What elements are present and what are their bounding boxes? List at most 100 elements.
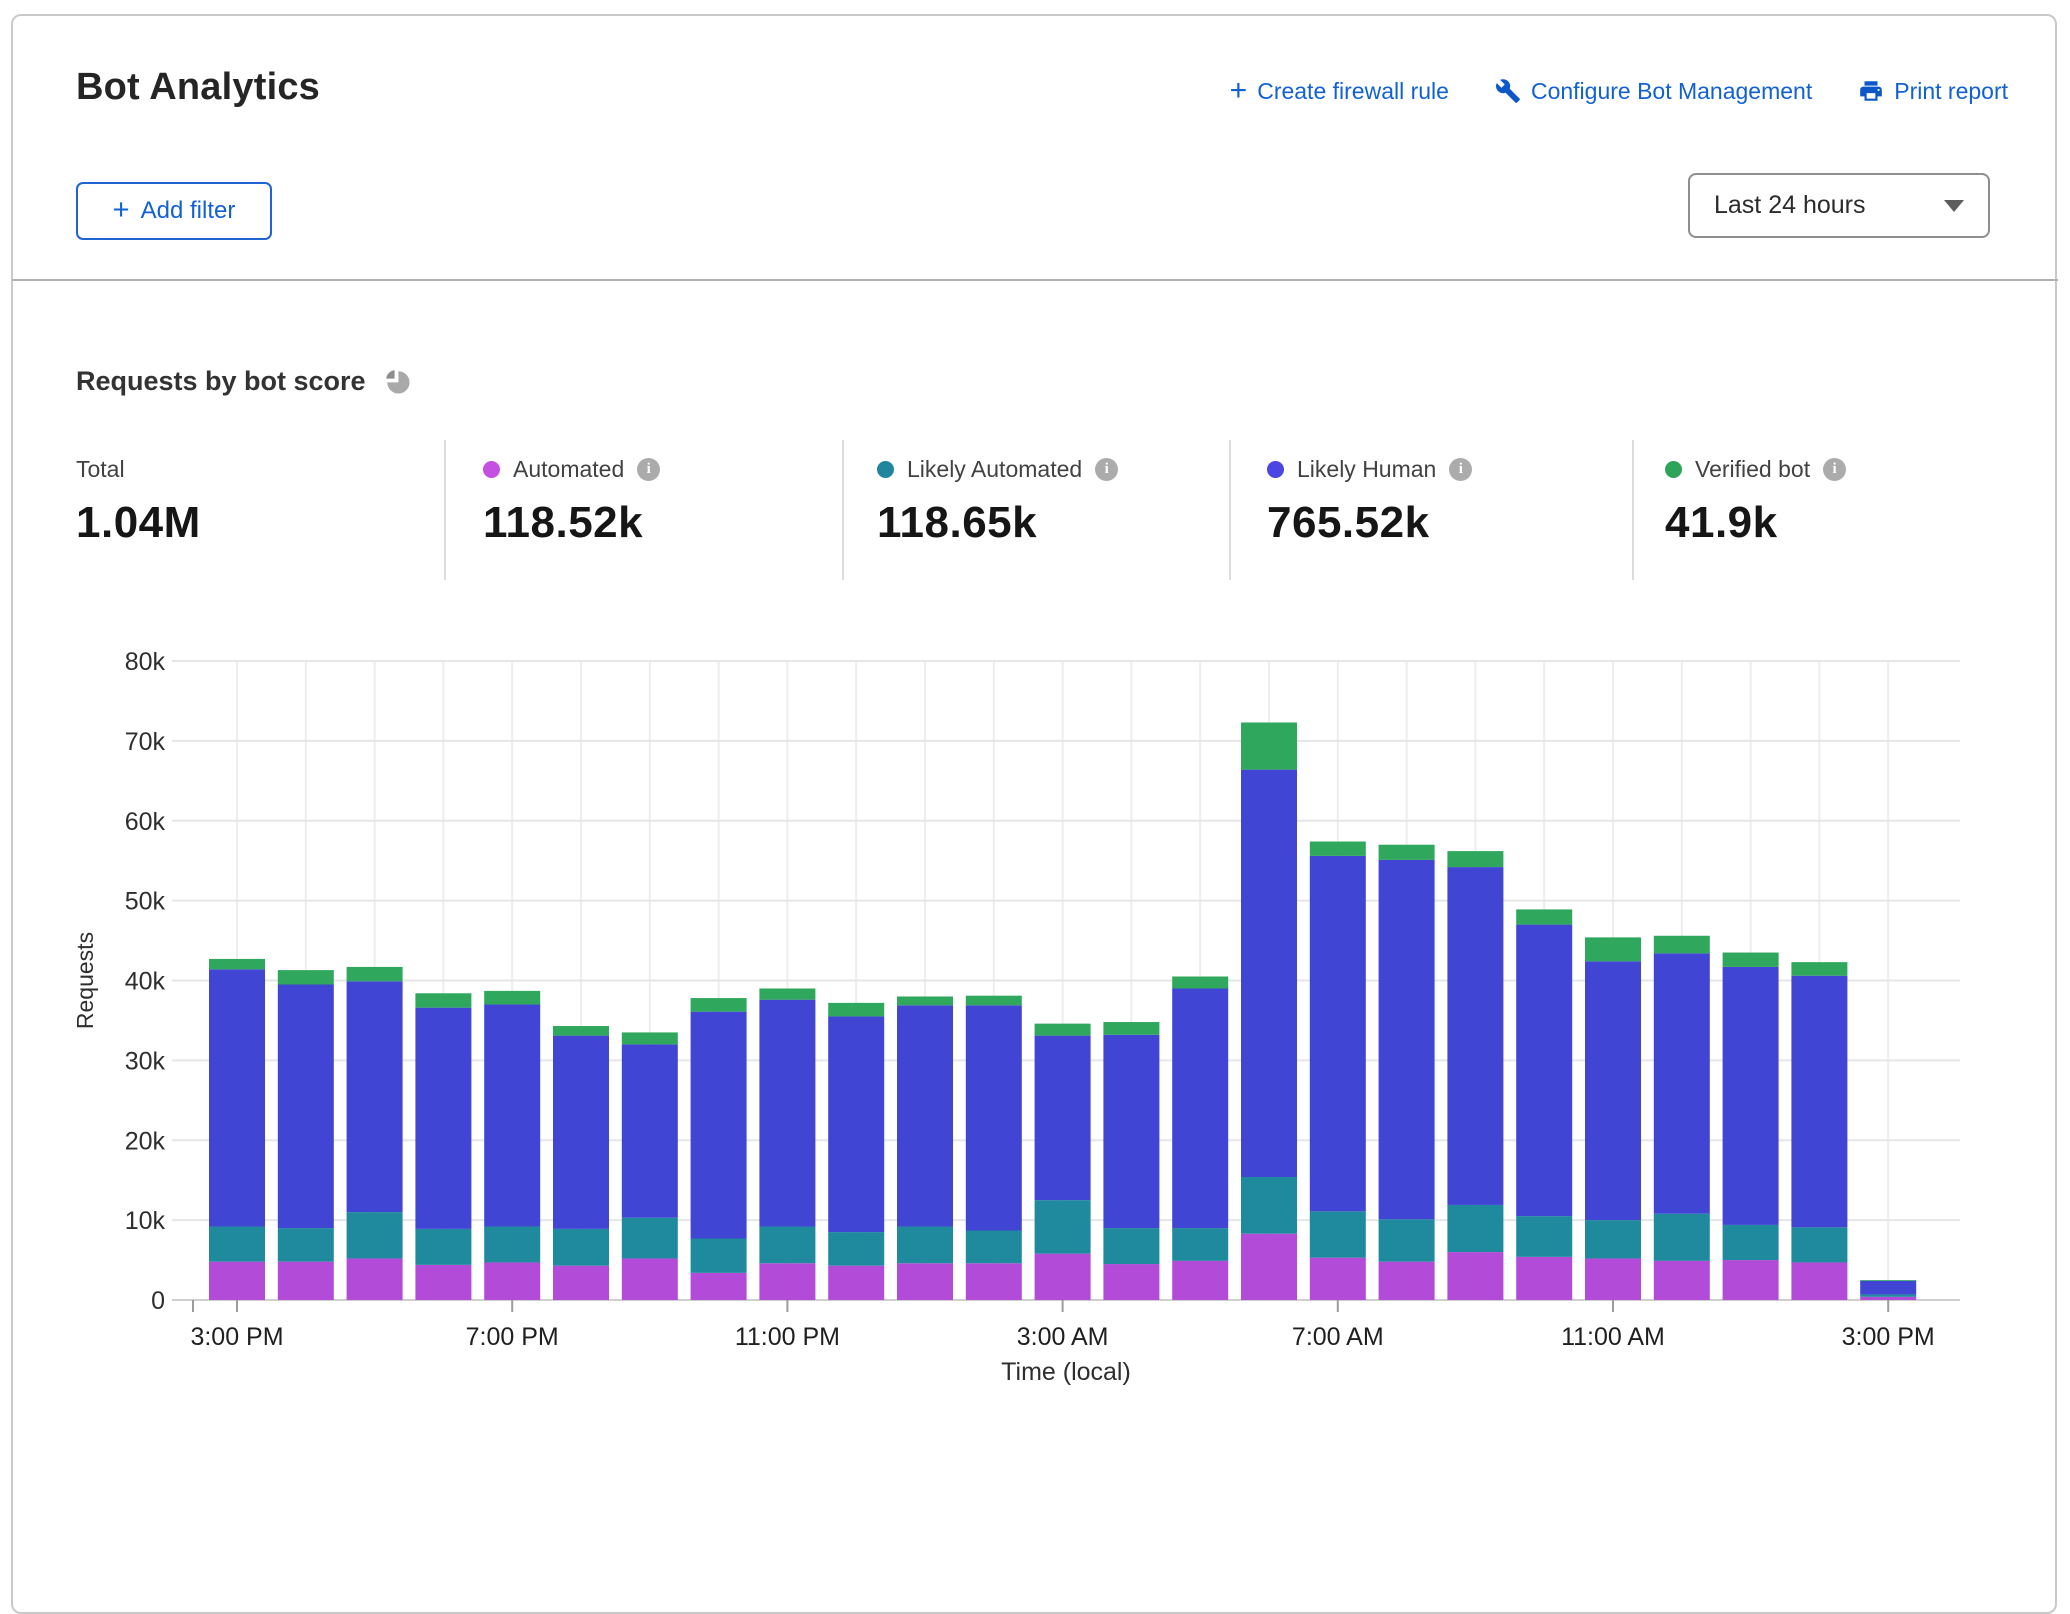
- chart-bar-segment[interactable]: [347, 1258, 403, 1300]
- chart-bar-segment[interactable]: [828, 1016, 884, 1232]
- chart-bar-segment[interactable]: [1447, 867, 1503, 1205]
- chart-bar-segment[interactable]: [1585, 1258, 1641, 1300]
- chart-bar-segment[interactable]: [759, 1000, 815, 1227]
- chart-bar-segment[interactable]: [1103, 1264, 1159, 1300]
- chart-bar-segment[interactable]: [622, 1044, 678, 1217]
- chart-bar-segment[interactable]: [1379, 860, 1435, 1219]
- chart-bar-segment[interactable]: [1035, 1036, 1091, 1201]
- chart-bar-segment[interactable]: [691, 1012, 747, 1239]
- chart-bar-segment[interactable]: [1447, 851, 1503, 867]
- chart-bar-segment[interactable]: [966, 1263, 1022, 1300]
- info-icon[interactable]: i: [1095, 458, 1118, 481]
- chart-bar-segment[interactable]: [897, 1227, 953, 1264]
- chart-bar-segment[interactable]: [691, 1238, 747, 1272]
- chart-bar-segment[interactable]: [1241, 770, 1297, 1177]
- configure-bot-management-link[interactable]: Configure Bot Management: [1495, 78, 1812, 105]
- chart-bar-segment[interactable]: [1172, 988, 1228, 1228]
- chart-bar-segment[interactable]: [1516, 1257, 1572, 1300]
- chart-bar-segment[interactable]: [828, 1232, 884, 1266]
- chart-bar-segment[interactable]: [1172, 1261, 1228, 1300]
- chart-bar-segment[interactable]: [1379, 1262, 1435, 1300]
- chart-bar-segment[interactable]: [1585, 937, 1641, 961]
- create-firewall-rule-link[interactable]: + Create firewall rule: [1230, 76, 1449, 106]
- chart-bar-segment[interactable]: [209, 1227, 265, 1262]
- chart-bar-segment[interactable]: [1172, 977, 1228, 989]
- chart-bar-segment[interactable]: [415, 1265, 471, 1300]
- chart-bar-segment[interactable]: [1860, 1281, 1916, 1295]
- chart-bar-segment[interactable]: [1860, 1297, 1916, 1300]
- chart-bar-segment[interactable]: [622, 1258, 678, 1300]
- chart-bar-segment[interactable]: [553, 1026, 609, 1036]
- chart-bar-segment[interactable]: [1516, 909, 1572, 924]
- chart-bar-segment[interactable]: [1103, 1228, 1159, 1264]
- chart-bar-segment[interactable]: [1379, 845, 1435, 860]
- chart-bar-segment[interactable]: [1103, 1035, 1159, 1228]
- chart-bar-segment[interactable]: [1516, 1216, 1572, 1257]
- chart-bar-segment[interactable]: [1241, 1177, 1297, 1234]
- chart-bar-segment[interactable]: [1654, 953, 1710, 1213]
- chart-bar-segment[interactable]: [759, 1263, 815, 1300]
- chart-bar-segment[interactable]: [1791, 1227, 1847, 1262]
- chart-bar-segment[interactable]: [1035, 1200, 1091, 1254]
- chart-bar-segment[interactable]: [691, 998, 747, 1012]
- chart-bar-segment[interactable]: [1447, 1252, 1503, 1300]
- chart-bar-segment[interactable]: [347, 1212, 403, 1258]
- chart-bar-segment[interactable]: [484, 1004, 540, 1226]
- chart-bar-segment[interactable]: [1379, 1219, 1435, 1261]
- chart-bar-segment[interactable]: [278, 984, 334, 1228]
- chart-bar-segment[interactable]: [209, 1262, 265, 1300]
- info-icon[interactable]: i: [1823, 458, 1846, 481]
- chart-bar-segment[interactable]: [278, 970, 334, 984]
- chart-bar-segment[interactable]: [1103, 1022, 1159, 1035]
- chart-bar-segment[interactable]: [347, 967, 403, 981]
- chart-bar-segment[interactable]: [966, 1005, 1022, 1230]
- chart-bar-segment[interactable]: [759, 988, 815, 999]
- info-icon[interactable]: i: [637, 458, 660, 481]
- chart-bar-segment[interactable]: [484, 1227, 540, 1263]
- chart-bar-segment[interactable]: [278, 1262, 334, 1300]
- chart-bar-segment[interactable]: [484, 1262, 540, 1300]
- chart-bar-segment[interactable]: [1791, 1262, 1847, 1300]
- chart-bar-segment[interactable]: [415, 993, 471, 1007]
- chart-bar-segment[interactable]: [1654, 1214, 1710, 1261]
- chart-bar-segment[interactable]: [1241, 723, 1297, 770]
- chart-bar-segment[interactable]: [1585, 961, 1641, 1220]
- chart-bar-segment[interactable]: [1241, 1234, 1297, 1300]
- chart-bar-segment[interactable]: [691, 1273, 747, 1300]
- chart-bar-segment[interactable]: [966, 1231, 1022, 1264]
- chart-bar-segment[interactable]: [553, 1229, 609, 1266]
- chart-bar-segment[interactable]: [1723, 967, 1779, 1225]
- chart-bar-segment[interactable]: [1310, 842, 1366, 856]
- info-icon[interactable]: i: [1449, 458, 1472, 481]
- chart-bar-segment[interactable]: [1860, 1294, 1916, 1296]
- chart-bar-segment[interactable]: [1447, 1205, 1503, 1252]
- chart-bar-segment[interactable]: [1723, 1260, 1779, 1300]
- chart-bar-segment[interactable]: [1310, 856, 1366, 1211]
- chart-bar-segment[interactable]: [1172, 1228, 1228, 1261]
- chart-bar-segment[interactable]: [1585, 1220, 1641, 1258]
- chart-bar-segment[interactable]: [1654, 1261, 1710, 1300]
- chart-bar-segment[interactable]: [622, 1032, 678, 1044]
- chart-bar-segment[interactable]: [553, 1266, 609, 1300]
- chart-bar-segment[interactable]: [1654, 936, 1710, 954]
- chart-bar-segment[interactable]: [209, 969, 265, 1226]
- chart-bar-segment[interactable]: [1791, 976, 1847, 1228]
- chart-bar-segment[interactable]: [553, 1036, 609, 1229]
- chart-bar-segment[interactable]: [415, 1229, 471, 1265]
- chart-bar-segment[interactable]: [897, 1263, 953, 1300]
- chart-bar-segment[interactable]: [484, 991, 540, 1005]
- chart-bar-segment[interactable]: [1723, 1225, 1779, 1260]
- chart-bar-segment[interactable]: [415, 1008, 471, 1229]
- chart-bar-segment[interactable]: [1860, 1280, 1916, 1281]
- chart-bar-segment[interactable]: [1035, 1254, 1091, 1300]
- time-range-dropdown[interactable]: Last 24 hours: [1688, 173, 1990, 238]
- add-filter-button[interactable]: + Add filter: [76, 182, 272, 240]
- chart-bar-segment[interactable]: [828, 1266, 884, 1300]
- print-report-link[interactable]: Print report: [1858, 78, 2008, 105]
- chart-bar-segment[interactable]: [966, 996, 1022, 1006]
- chart-bar-segment[interactable]: [1310, 1211, 1366, 1257]
- chart-bar-segment[interactable]: [1791, 962, 1847, 976]
- chart-bar-segment[interactable]: [828, 1003, 884, 1017]
- chart-bar-segment[interactable]: [278, 1228, 334, 1262]
- chart-bar-segment[interactable]: [622, 1218, 678, 1259]
